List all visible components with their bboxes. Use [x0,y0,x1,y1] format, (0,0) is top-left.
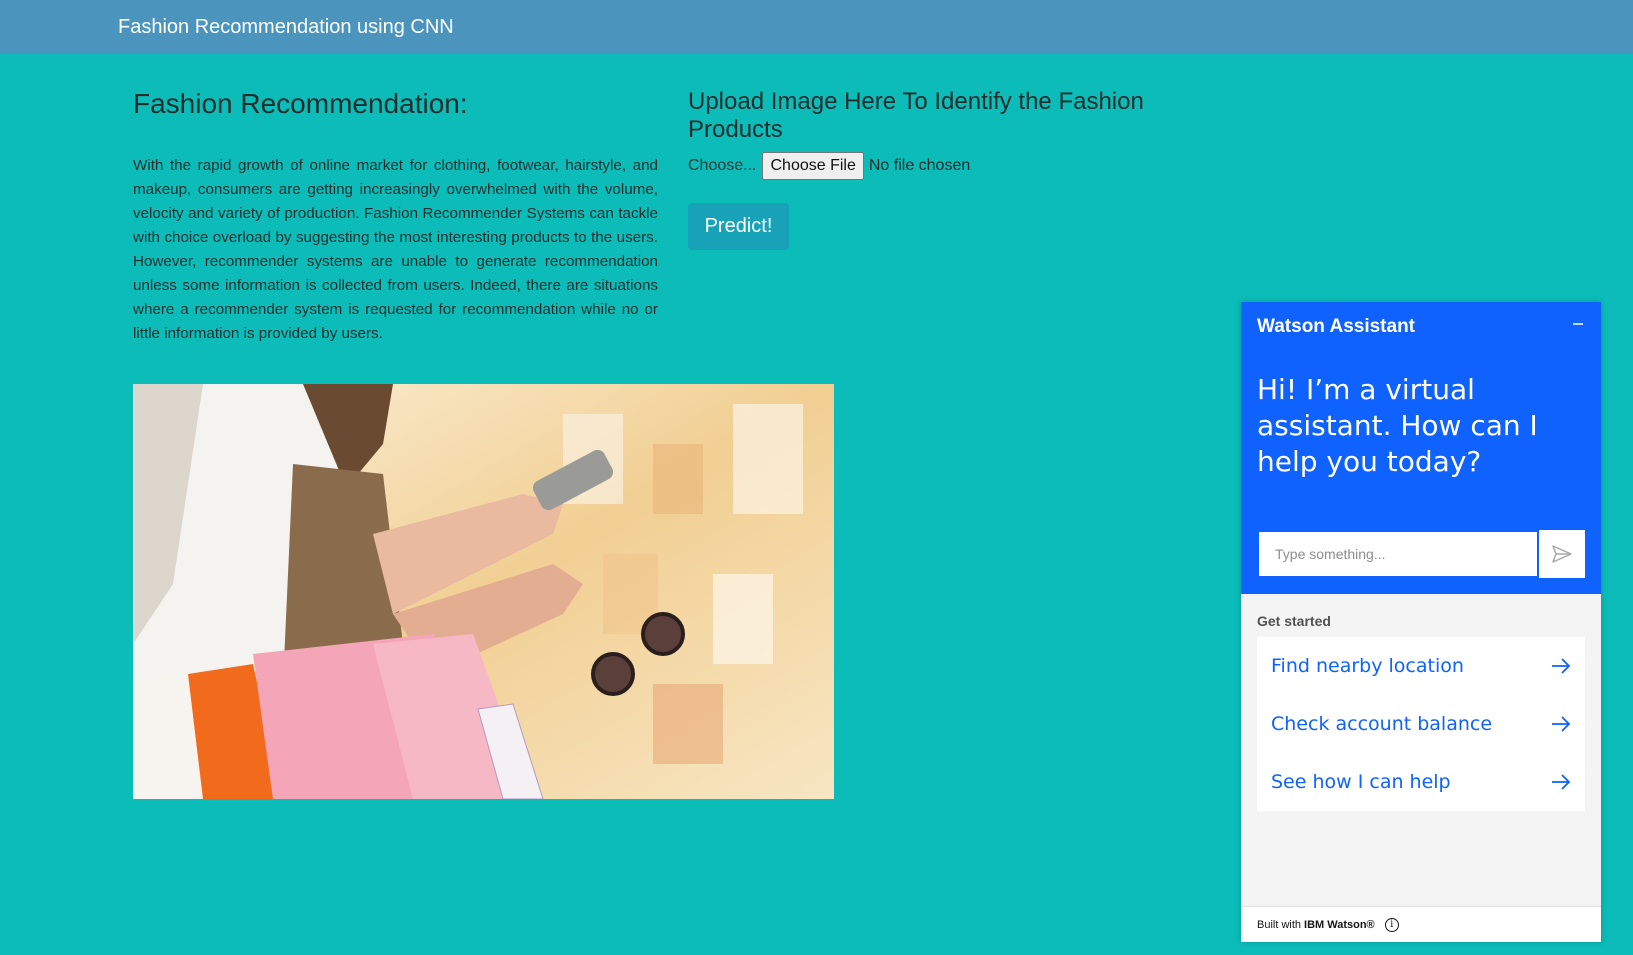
footer-brand: IBM Watson® [1304,918,1375,931]
suggestion-list: Find nearby location Check account balan… [1257,637,1585,811]
predict-button[interactable]: Predict! [688,203,789,250]
footer-prefix: Built with [1257,918,1302,931]
watson-footer: Built with IBM Watson® i [1241,906,1601,942]
watson-title: Watson Assistant [1257,316,1416,337]
navbar: Fashion Recommendation using CNN [0,0,1633,54]
watson-message-input[interactable] [1257,530,1539,578]
navbar-brand[interactable]: Fashion Recommendation using CNN [118,16,454,39]
suggestion-see-how-i-can-help[interactable]: See how I can help [1257,753,1585,811]
suggestion-find-nearby-location[interactable]: Find nearby location [1257,637,1585,695]
minimize-icon[interactable] [1567,314,1589,336]
send-icon[interactable] [1539,530,1585,578]
choose-file-button[interactable]: Choose File [762,152,864,180]
file-upload-row: Choose... Choose File No file chosen [688,151,970,181]
suggestion-label: See how I can help [1271,771,1451,793]
arrow-right-icon [1552,716,1571,732]
description-text: With the rapid growth of online market f… [133,157,658,342]
watson-input-area [1257,530,1585,578]
arrow-right-icon [1552,774,1571,790]
suggestion-label: Find nearby location [1271,655,1464,677]
page-title: Fashion Recommendation: [133,88,468,119]
hero-illustration [133,384,834,799]
watson-header: Watson Assistant Hi! I’m a virtual assis… [1241,302,1601,594]
watson-greeting: Hi! I’m a virtual assistant. How can I h… [1257,373,1538,478]
info-icon[interactable]: i [1384,917,1399,932]
arrow-right-icon [1552,658,1571,674]
suggestion-label: Check account balance [1271,713,1493,735]
get-started-label: Get started [1257,613,1331,629]
hero-image [133,384,834,799]
suggestion-check-account-balance[interactable]: Check account balance [1257,695,1585,753]
file-status: No file chosen [868,157,971,174]
watson-assistant-panel: Watson Assistant Hi! I’m a virtual assis… [1241,302,1601,942]
upload-title: Upload Image Here To Identify the Fashio… [688,88,1144,143]
choose-label: Choose... [688,157,757,174]
